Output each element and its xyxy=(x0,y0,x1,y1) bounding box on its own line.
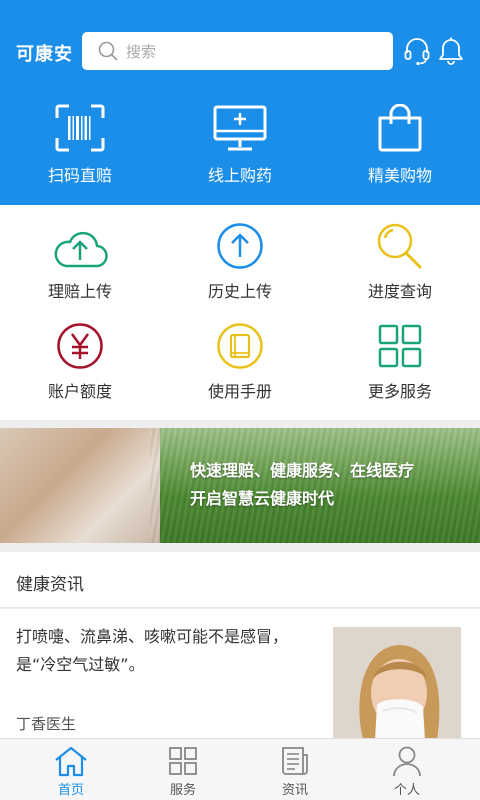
service-label: 进度查询 xyxy=(367,282,432,301)
quick-action-label: 精美购物 xyxy=(367,166,432,185)
service-label: 理赔上传 xyxy=(47,282,112,301)
news-icon xyxy=(282,747,308,775)
nav-label: 服务 xyxy=(169,783,196,798)
quick-action-scan[interactable]: 扫码直赔 xyxy=(0,104,160,194)
service-label: 更多服务 xyxy=(367,382,432,401)
news-thumbnail xyxy=(333,627,461,740)
service-label: 历史上传 xyxy=(207,282,272,301)
nav-label: 首页 xyxy=(57,783,84,798)
nav-news[interactable]: 资讯 xyxy=(235,739,355,800)
arrow-up-circle-icon xyxy=(217,223,263,269)
shopping-bag-icon xyxy=(378,104,422,152)
quick-action-shopping[interactable]: 精美购物 xyxy=(320,104,480,194)
search-input[interactable]: 搜索 xyxy=(82,32,393,70)
nav-label: 个人 xyxy=(393,783,420,798)
service-claim-upload[interactable]: 理赔上传 xyxy=(0,222,160,322)
yuan-circle-icon xyxy=(57,323,103,369)
bottom-nav: 首页 服务 资讯 个人 xyxy=(0,738,480,800)
bell-icon[interactable] xyxy=(437,36,465,66)
news-title: 打喷嚏、流鼻涕、咳嗽可能不是感冒，是“冷空气过敏”。 xyxy=(16,627,289,674)
grid-icon xyxy=(169,747,197,775)
promo-banner[interactable]: 快速理赔、健康服务、在线医疗 开启智慧云健康时代 xyxy=(0,428,480,543)
headset-icon[interactable] xyxy=(403,36,431,66)
news-section-title: 健康资讯 xyxy=(16,575,84,595)
sneezing-woman-image xyxy=(333,627,461,740)
magnifier-icon xyxy=(377,223,422,269)
quick-action-medicine[interactable]: 线上购药 xyxy=(160,104,320,194)
service-grid: 理赔上传 历史上传 进度查询 账户额度 使用手册 更多服务 xyxy=(0,205,480,420)
service-label: 使用手册 xyxy=(207,382,272,401)
service-account-limit[interactable]: 账户额度 xyxy=(0,322,160,422)
banner-line-2: 开启智慧云健康时代 xyxy=(190,489,335,508)
top-header: 可康安 搜索 扫码直赔 线上购药 精美购物 xyxy=(0,0,480,205)
person-icon xyxy=(393,746,421,777)
barcode-scan-icon xyxy=(55,104,105,152)
nav-label: 资讯 xyxy=(281,783,308,798)
search-icon xyxy=(98,41,118,61)
banner-line-1: 快速理赔、健康服务、在线医疗 xyxy=(190,461,415,480)
grid-icon xyxy=(378,324,422,368)
monitor-plus-icon xyxy=(213,105,267,151)
service-label: 账户额度 xyxy=(47,382,112,401)
nav-services[interactable]: 服务 xyxy=(123,739,243,800)
nav-home[interactable]: 首页 xyxy=(11,739,131,800)
app-title: 可康安 xyxy=(16,44,73,65)
banner-person-image xyxy=(0,428,160,543)
news-section-header: 健康资讯 xyxy=(0,552,480,608)
search-placeholder: 搜索 xyxy=(126,42,157,61)
quick-action-label: 扫码直赔 xyxy=(47,166,112,185)
book-icon xyxy=(217,323,263,369)
quick-action-label: 线上购药 xyxy=(207,166,272,185)
service-history-upload[interactable]: 历史上传 xyxy=(160,222,320,322)
service-progress-query[interactable]: 进度查询 xyxy=(320,222,480,322)
service-manual[interactable]: 使用手册 xyxy=(160,322,320,422)
news-item[interactable]: 打喷嚏、流鼻涕、咳嗽可能不是感冒，是“冷空气过敏”。 丁香医生 xyxy=(0,609,480,740)
cloud-upload-icon xyxy=(54,231,108,268)
home-icon xyxy=(55,746,87,777)
nav-profile[interactable]: 个人 xyxy=(347,739,467,800)
service-more[interactable]: 更多服务 xyxy=(320,322,480,422)
news-source: 丁香医生 xyxy=(16,715,77,733)
